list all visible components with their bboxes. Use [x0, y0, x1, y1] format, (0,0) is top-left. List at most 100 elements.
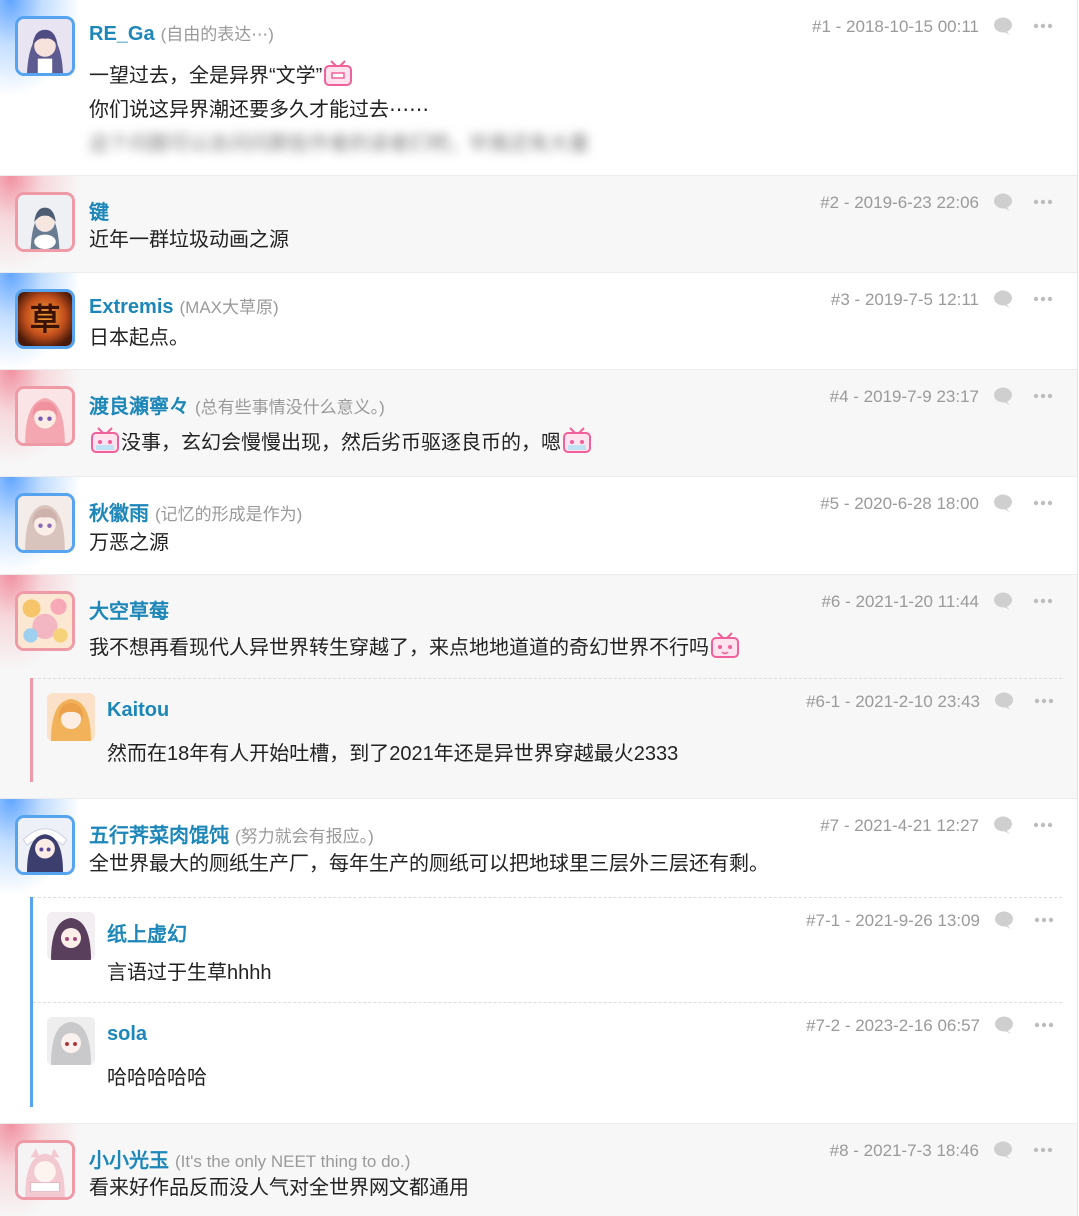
speech-bubble-icon[interactable]	[993, 386, 1013, 406]
post-date: 2021-1-20 11:44	[855, 592, 979, 611]
comment-item: RE_Ga (自由的表达⋯) #1 - 2018-10-15 00:11 一望过去…	[0, 0, 1077, 176]
speech-bubble-icon[interactable]	[993, 1140, 1013, 1160]
post-date: 2019-7-9 23:17	[863, 387, 979, 406]
post-meta: #2 - 2019-6-23 22:06	[820, 193, 979, 212]
user-avatar[interactable]	[15, 591, 75, 651]
username[interactable]: sola	[107, 1023, 147, 1046]
more-dots-icon[interactable]	[1034, 1022, 1054, 1028]
user-avatar[interactable]	[47, 912, 95, 960]
floor-number[interactable]: #1	[812, 17, 831, 36]
comment-text: 全世界最大的厕纸生产厂，每年生产的厕纸可以把地球里三层外三层还有剩。	[89, 853, 769, 875]
blurred-text: 这个问题可以去问问那些作者的读者们吧，毕竟还有大量	[89, 133, 589, 155]
username[interactable]: 纸上虚幻	[107, 918, 187, 947]
user-signature: (MAX大草原)	[179, 298, 279, 317]
floor-number[interactable]: #4	[830, 387, 849, 406]
post-meta: #8 - 2021-7-3 18:46	[829, 1141, 979, 1160]
reply-thread: 纸上虚幻 #7-1 - 2021-9-26 13:09 言语过于生草hhhh s…	[30, 897, 1065, 1107]
comment-text: 看来好作品反而没人气对全世界网文都通用	[89, 1177, 469, 1199]
post-meta: #6 - 2021-1-20 11:44	[821, 592, 979, 611]
user-avatar[interactable]	[47, 1017, 95, 1065]
floor-number[interactable]: #2	[820, 193, 839, 212]
comment-text: 一望过去，全是异界“文学”	[89, 65, 323, 87]
comment-header: RE_Ga (自由的表达⋯)	[89, 20, 274, 46]
speech-bubble-icon[interactable]	[994, 1015, 1014, 1035]
floor-number[interactable]: #5	[820, 494, 839, 513]
reply-text: 言语过于生草hhhh	[107, 962, 272, 984]
post-date: 2019-6-23 22:06	[854, 193, 979, 212]
post-meta: #1 - 2018-10-15 00:11	[812, 17, 979, 36]
speech-bubble-icon[interactable]	[994, 691, 1014, 711]
bilibili-tv-emoji	[563, 427, 591, 453]
more-dots-icon[interactable]	[1033, 296, 1053, 302]
floor-number[interactable]: #7-2	[806, 1016, 840, 1035]
comment-item: 小小光玉 (It's the only NEET thing to do.) #8…	[0, 1124, 1077, 1216]
user-avatar[interactable]	[15, 16, 75, 76]
more-dots-icon[interactable]	[1033, 1147, 1053, 1153]
comment-body: 没事，玄幻会慢慢出现，然后劣币驱逐良币的，嗯	[89, 425, 593, 460]
comment-item: 秋徽雨 (记忆的形成是作为) #5 - 2020-6-28 18:00 万恶之源	[0, 477, 1077, 587]
speech-bubble-icon[interactable]	[993, 289, 1013, 309]
user-avatar[interactable]	[15, 1140, 75, 1200]
more-dots-icon[interactable]	[1033, 199, 1053, 205]
post-meta: #7-1 - 2021-9-26 13:09	[806, 911, 980, 930]
post-meta: #7-2 - 2023-2-16 06:57	[806, 1016, 980, 1035]
speech-bubble-icon[interactable]	[993, 815, 1013, 835]
more-dots-icon[interactable]	[1033, 598, 1053, 604]
more-dots-icon[interactable]	[1034, 917, 1054, 923]
comment-body: 我不想再看现代人异世界转生穿越了，来点地地道道的奇幻世界不行吗	[89, 630, 741, 665]
post-meta: #3 - 2019-7-5 12:11	[830, 290, 979, 309]
username[interactable]: 五行荠菜肉馄饨	[89, 825, 229, 847]
username[interactable]: 小小光玉	[89, 1150, 169, 1172]
comment-text: 日本起点。	[89, 327, 189, 349]
more-dots-icon[interactable]	[1033, 822, 1053, 828]
floor-number[interactable]: #3	[831, 290, 850, 309]
comment-header: Extremis (MAX大草原)	[89, 293, 279, 319]
comment-text: 万恶之源	[89, 532, 169, 554]
user-signature: (努力就会有报应。)	[235, 827, 374, 846]
bilibili-tv-emoji	[91, 427, 119, 453]
reply-thread: Kaitou #6-1 - 2021-2-10 23:43 然而在18年有人开始…	[30, 678, 1065, 782]
user-avatar[interactable]	[15, 386, 75, 446]
bilibili-tv-emoji	[711, 632, 739, 658]
reply-item: Kaitou #6-1 - 2021-2-10 23:43 然而在18年有人开始…	[33, 678, 1062, 783]
comment-text: 没事，玄幻会慢慢出现，然后劣币驱逐良币的，嗯	[121, 432, 561, 454]
user-avatar[interactable]	[15, 192, 75, 252]
post-date: 2019-7-5 12:11	[864, 290, 979, 309]
floor-number[interactable]: #8	[830, 1141, 849, 1160]
speech-bubble-icon[interactable]	[993, 493, 1013, 513]
username[interactable]: 大空草莓	[89, 601, 169, 623]
more-dots-icon[interactable]	[1033, 393, 1053, 399]
more-dots-icon[interactable]	[1034, 698, 1054, 704]
comment-item: 大空草莓 #6 - 2021-1-20 11:44 我不想再看现代人异世界转生穿…	[0, 575, 1077, 799]
speech-bubble-icon[interactable]	[993, 591, 1013, 611]
reply-item: sola #7-2 - 2023-2-16 06:57 哈哈哈哈哈	[33, 1002, 1062, 1108]
user-signature: (自由的表达⋯)	[160, 25, 274, 44]
user-signature: (总有些事情没什么意义。)	[195, 398, 385, 417]
user-avatar[interactable]: 草	[15, 289, 75, 349]
post-date: 2018-10-15 00:11	[846, 17, 979, 36]
username[interactable]: Kaitou	[107, 699, 169, 722]
username[interactable]: RE_Ga	[89, 23, 155, 45]
floor-number[interactable]: #7	[820, 816, 839, 835]
floor-number[interactable]: #6	[821, 592, 840, 611]
bilibili-tv-emoji	[324, 60, 353, 86]
speech-bubble-icon[interactable]	[993, 16, 1013, 36]
floor-number[interactable]: #7-1	[806, 911, 840, 930]
post-meta: #6-1 - 2021-2-10 23:43	[806, 692, 980, 711]
more-dots-icon[interactable]	[1033, 23, 1053, 29]
floor-number[interactable]: #6-1	[806, 692, 840, 711]
speech-bubble-icon[interactable]	[994, 910, 1014, 930]
user-avatar[interactable]	[47, 693, 95, 741]
user-avatar[interactable]	[15, 493, 75, 553]
username[interactable]: Extremis	[89, 296, 174, 318]
user-avatar[interactable]	[15, 815, 75, 875]
reply-text: 然而在18年有人开始吐槽，到了2021年还是异世界穿越最火2333	[107, 743, 679, 765]
user-signature: (记忆的形成是作为)	[155, 505, 303, 524]
more-dots-icon[interactable]	[1033, 500, 1053, 506]
post-date: 2023-2-16 06:57	[855, 1016, 980, 1035]
username[interactable]: 键	[89, 202, 109, 224]
speech-bubble-icon[interactable]	[993, 192, 1013, 212]
avatar-glyph: 草	[30, 303, 61, 338]
username[interactable]: 秋徽雨	[89, 503, 149, 525]
username[interactable]: 渡良瀬寧々	[89, 396, 189, 418]
